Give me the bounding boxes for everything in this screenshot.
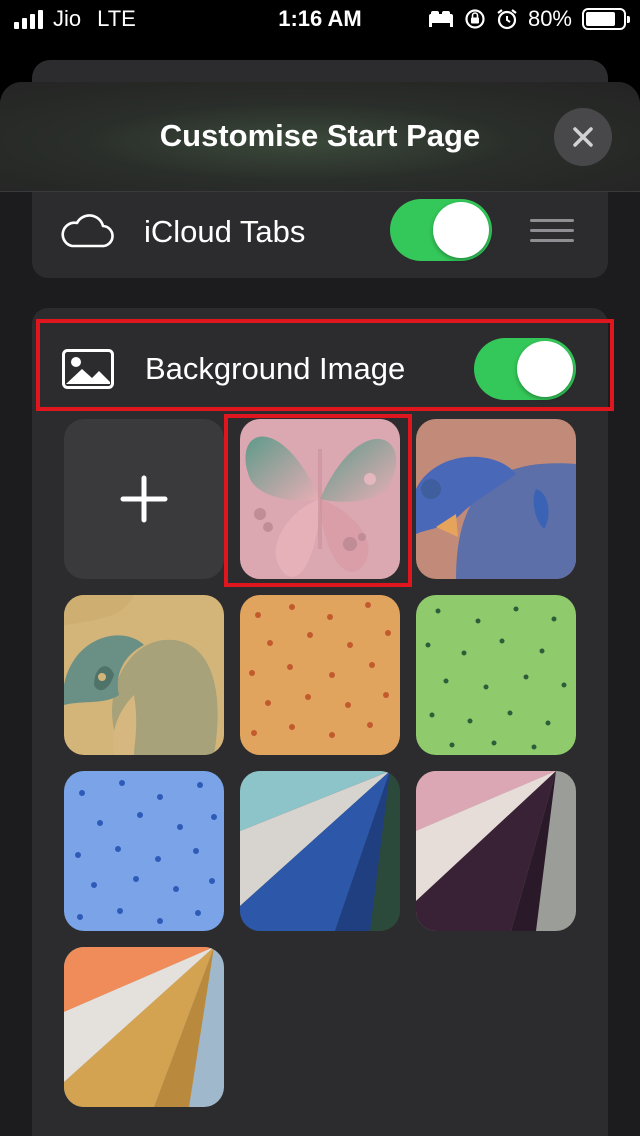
- icloud-tabs-row: iCloud Tabs: [32, 192, 608, 278]
- selected-tile-highlight: [224, 414, 412, 587]
- status-right: 80%: [428, 6, 630, 32]
- background-image-row-highlight: [36, 319, 614, 411]
- background-tile-green-pattern[interactable]: [416, 595, 576, 755]
- status-bar: Jio LTE 1:16 AM 80%: [0, 0, 640, 40]
- background-tile-teal-blue-folds[interactable]: [240, 771, 400, 931]
- background-tile-orange-pattern[interactable]: [240, 595, 400, 755]
- bed-icon: [428, 11, 453, 27]
- background-tile-orange-gold-folds[interactable]: [64, 947, 224, 1107]
- icloud-tabs-toggle[interactable]: [390, 199, 492, 261]
- battery-percent: 80%: [527, 6, 572, 31]
- background-tile-pink-plum-folds[interactable]: [416, 771, 576, 931]
- close-button[interactable]: [554, 108, 612, 166]
- drag-handle-icon[interactable]: [530, 219, 574, 242]
- close-icon: [573, 127, 593, 147]
- cloud-icon: [61, 214, 114, 248]
- add-background-button[interactable]: [64, 419, 224, 579]
- sheet-header: Customise Start Page: [0, 82, 640, 192]
- plus-icon: [120, 475, 168, 523]
- sheet-title: Customise Start Page: [159, 118, 481, 153]
- icloud-tabs-label: iCloud Tabs: [144, 214, 306, 249]
- alarm-icon: [497, 9, 517, 30]
- background-tile-blue-pattern[interactable]: [64, 771, 224, 931]
- background-tile-parrot[interactable]: [64, 595, 224, 755]
- background-tile-bear[interactable]: [416, 419, 576, 579]
- orientation-lock-icon: [465, 9, 485, 29]
- battery-icon: [582, 8, 630, 30]
